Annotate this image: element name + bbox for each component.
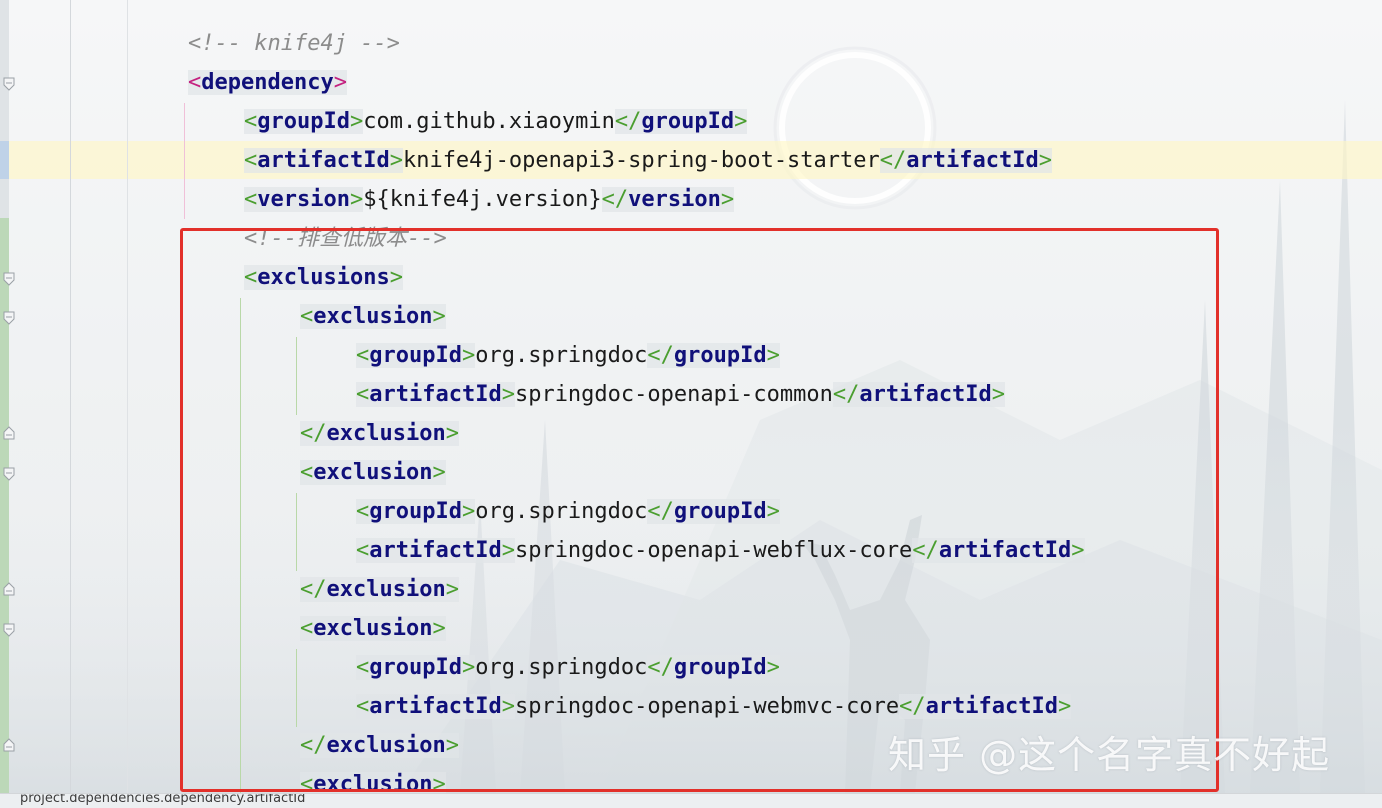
fold-expand-end-icon[interactable] — [3, 738, 15, 752]
fold-expand-end-icon[interactable] — [3, 582, 15, 596]
xml-comment: <!-- knife4j --> — [188, 31, 400, 56]
fold-collapse-icon[interactable] — [3, 311, 15, 325]
xml-close-tag: </artifactId> — [879, 148, 1052, 173]
watermark: 知乎 @这个名字真不好起 — [888, 733, 1331, 777]
fold-collapse-icon[interactable] — [3, 77, 15, 91]
indent-margin-line — [127, 0, 128, 793]
xml-tag-name: dependency — [201, 70, 334, 95]
indent-guide — [184, 103, 185, 219]
xml-tag-name: version — [257, 187, 350, 212]
xml-tag-name: version — [628, 187, 721, 212]
xml-close-tag: </version> — [601, 187, 735, 212]
fold-expand-end-icon[interactable] — [3, 426, 15, 440]
fold-collapse-icon[interactable] — [3, 467, 15, 481]
breadcrumb-path[interactable]: project.dependencies.dependency.artifact… — [20, 794, 305, 808]
annotation-highlight-box — [180, 228, 1219, 792]
xml-text-value: ${knife4j.version} — [363, 187, 602, 212]
xml-open-tag: <dependency> — [188, 70, 347, 95]
code-line: <dependency> — [188, 63, 347, 102]
xml-open-tag: <version> — [244, 187, 364, 212]
vcs-change-bar — [0, 0, 9, 793]
fold-collapse-icon[interactable] — [3, 623, 15, 637]
fold-collapse-icon[interactable] — [3, 272, 15, 286]
xml-text-value: com.github.xiaoymin — [363, 109, 615, 134]
xml-open-tag: <groupId> — [244, 109, 364, 134]
status-bar: project.dependencies.dependency.artifact… — [0, 793, 1382, 808]
xml-close-tag: </groupId> — [614, 109, 748, 134]
code-line: <artifactId>knife4j-openapi3-spring-boot… — [244, 141, 1052, 180]
xml-tag-name: artifactId — [257, 148, 390, 173]
editor-gutter — [0, 0, 71, 793]
xml-tag-name: groupId — [641, 109, 735, 134]
code-line: <groupId>com.github.xiaoymin</groupId> — [244, 102, 748, 141]
xml-tag-name: artifactId — [906, 148, 1039, 173]
code-editor[interactable]: <!-- knife4j --> <!--排查低版本--> <dependenc… — [0, 0, 1382, 793]
code-line: <version>${knife4j.version}</version> — [244, 180, 735, 219]
xml-tag-name: groupId — [257, 109, 350, 134]
xml-text-value: knife4j-openapi3-spring-boot-starter — [402, 148, 880, 173]
xml-open-tag: <artifactId> — [244, 148, 403, 173]
